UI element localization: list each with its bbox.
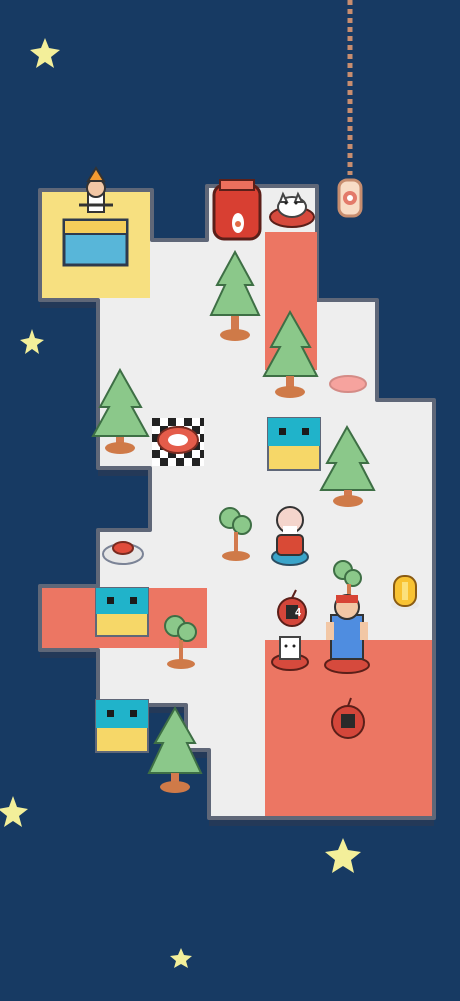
gate-top[interactable] [267,417,321,471]
star-top-left [30,38,60,68]
game-board: 4 [0,0,460,997]
red-jar[interactable] [212,179,262,241]
old-man[interactable] [271,506,309,566]
star-bottom-center [170,948,192,968]
gold-coin[interactable] [391,575,419,610]
checkered-goal[interactable] [152,418,204,466]
gate-left[interactable] [95,587,149,637]
board-svg [0,0,436,968]
bomb-counter: 4 [294,606,302,619]
star-left-mid [20,329,44,354]
hanging-rope[interactable] [337,0,363,218]
star-bottom-left [0,796,28,827]
star-bottom-right [325,838,361,873]
gate-bottom[interactable] [95,699,149,753]
pressure-pad-top[interactable] [329,375,367,393]
